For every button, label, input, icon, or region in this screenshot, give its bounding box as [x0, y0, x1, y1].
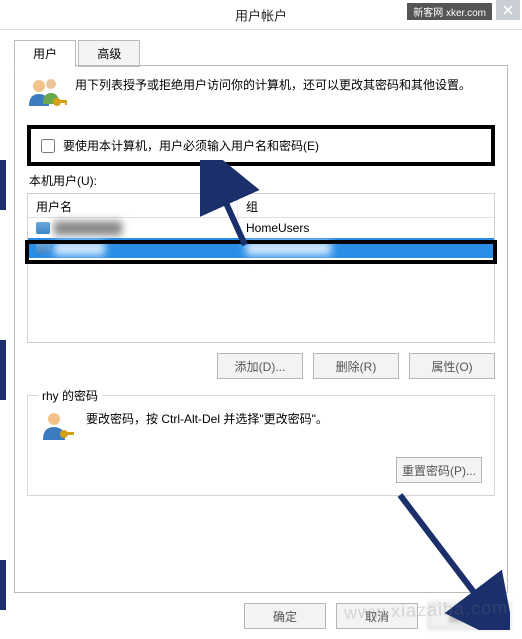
group-cell: HomeUsers — [238, 219, 494, 237]
password-instruction: 要改密码，按 Ctrl-Alt-Del 并选择"更改密码"。 — [86, 410, 482, 428]
listview-header: 用户名 组 — [28, 194, 494, 218]
properties-button[interactable]: 属性(O) — [409, 353, 495, 379]
user-icon — [36, 242, 50, 254]
credentials-required-label: 要使用本计算机，用户必须输入用户名和密码(E) — [63, 137, 319, 154]
username-cell: ██████ — [54, 241, 105, 255]
window-title: 用户帐户 — [235, 5, 287, 24]
list-item-selected[interactable]: ██████ ██████████ — [28, 238, 494, 258]
group-cell: ██████████ — [246, 241, 331, 255]
credentials-required-checkbox[interactable] — [41, 139, 55, 153]
tab-users[interactable]: 用户 — [14, 40, 76, 67]
list-item[interactable]: ████████ HomeUsers — [28, 218, 494, 238]
cancel-button[interactable]: 取消 — [336, 603, 418, 629]
username-cell: ████████ — [54, 221, 122, 235]
col-username[interactable]: 用户名 — [28, 194, 238, 217]
edge-artifact — [0, 560, 6, 610]
user-key-icon — [40, 410, 76, 447]
user-icon — [36, 222, 50, 234]
apply-button[interactable]: 应用(A) — [428, 603, 510, 629]
tab-strip: 用户 高级 — [14, 40, 508, 66]
tab-users-panel: 用下列表授予或拒绝用户访问你的计算机，还可以更改其密码和其他设置。 要使用本计算… — [14, 65, 508, 593]
credentials-required-row: 要使用本计算机，用户必须输入用户名和密码(E) — [27, 125, 495, 166]
title-bar: 用户帐户 新客网 xker.com — [0, 0, 522, 30]
close-button[interactable] — [496, 0, 520, 20]
password-group-legend: rhy 的密码 — [38, 387, 102, 404]
password-group: rhy 的密码 要改密码，按 Ctrl-Alt-Del 并选择"更改密码"。 重… — [27, 395, 495, 496]
tab-advanced[interactable]: 高级 — [78, 40, 140, 67]
source-badge: 新客网 xker.com — [407, 3, 492, 20]
ok-button[interactable]: 确定 — [244, 603, 326, 629]
intro-text: 用下列表授予或拒绝用户访问你的计算机，还可以更改其密码和其他设置。 — [75, 76, 495, 115]
add-button[interactable]: 添加(D)... — [217, 353, 303, 379]
user-action-buttons: 添加(D)... 删除(R) 属性(O) — [27, 353, 495, 379]
close-icon — [503, 5, 513, 15]
edge-artifact — [0, 160, 6, 210]
edge-artifact — [0, 340, 6, 400]
users-listview[interactable]: 用户名 组 ████████ HomeUsers ██████ ████████… — [27, 193, 495, 343]
users-keys-icon — [27, 76, 67, 115]
dialog-content: 用户 高级 用下列表授予或拒绝用户访问你的计算机，还可以更改其密码和其他设置。 — [0, 30, 522, 639]
local-users-label: 本机用户(U): — [29, 172, 493, 189]
intro-row: 用下列表授予或拒绝用户访问你的计算机，还可以更改其密码和其他设置。 — [27, 76, 495, 115]
remove-button[interactable]: 删除(R) — [313, 353, 399, 379]
dialog-buttons: 确定 取消 应用(A) — [244, 603, 510, 629]
col-group[interactable]: 组 — [238, 194, 494, 217]
reset-password-button[interactable]: 重置密码(P)... — [396, 457, 482, 483]
